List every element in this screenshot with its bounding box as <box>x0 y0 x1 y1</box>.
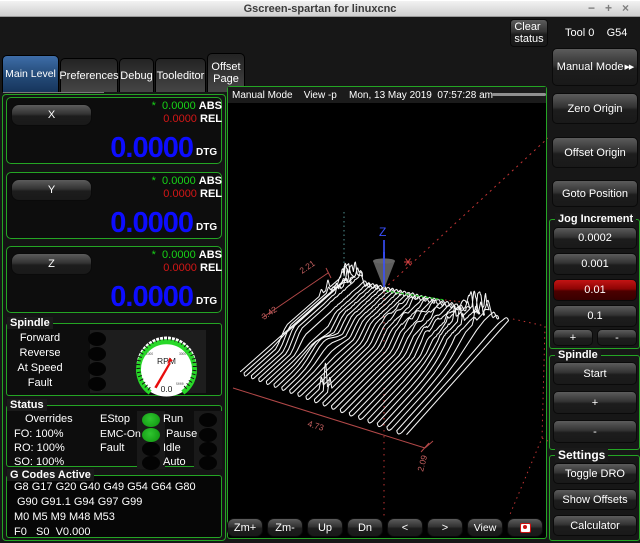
svg-text:Z: Z <box>379 225 386 239</box>
svg-text:1000: 1000 <box>146 352 153 356</box>
svg-text:2.09: 2.09 <box>415 454 429 473</box>
svg-text:3000: 3000 <box>179 352 186 356</box>
svg-text:2.21: 2.21 <box>298 258 318 276</box>
svg-text:RPM: RPM <box>157 356 176 366</box>
svg-text:5000: 5000 <box>176 382 184 386</box>
svg-text:3.42: 3.42 <box>260 304 280 322</box>
svg-text:0.0: 0.0 <box>161 384 173 394</box>
svg-text:4.73: 4.73 <box>306 418 325 432</box>
